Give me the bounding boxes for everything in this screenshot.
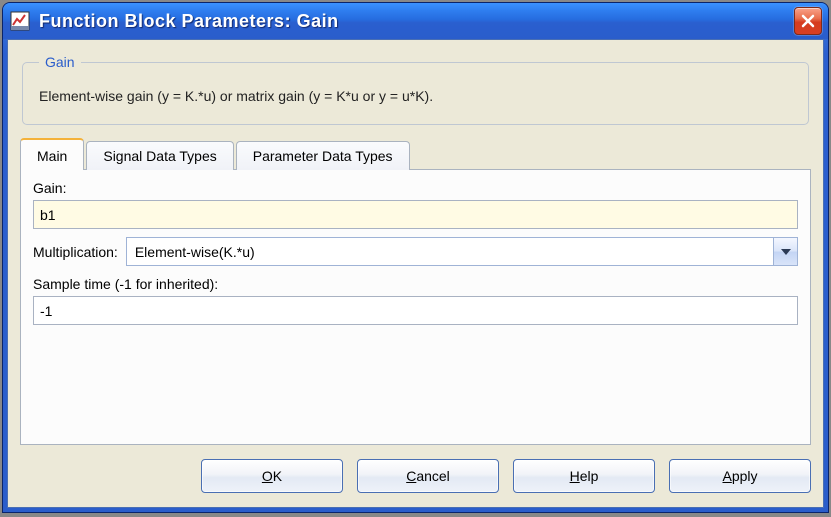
- select-dropdown-button[interactable]: [773, 238, 797, 265]
- app-icon: [9, 10, 31, 32]
- tab-panel-main: Gain: Multiplication: Element-wise(K.*u): [20, 169, 811, 445]
- tab-label: Signal Data Types: [103, 148, 216, 164]
- select-multiplication-value: Element-wise(K.*u): [127, 238, 773, 265]
- group-description: Element-wise gain (y = K.*u) or matrix g…: [39, 88, 792, 104]
- label-multiplication: Multiplication:: [33, 244, 118, 260]
- input-gain[interactable]: [33, 200, 798, 229]
- button-row: OK Cancel Help Apply: [20, 459, 811, 493]
- label-gain: Gain:: [33, 180, 798, 196]
- input-sample-time[interactable]: [33, 296, 798, 325]
- group-gain: Gain Element-wise gain (y = K.*u) or mat…: [22, 54, 809, 125]
- tab-parameter-data-types[interactable]: Parameter Data Types: [236, 141, 410, 170]
- tab-label: Parameter Data Types: [253, 148, 393, 164]
- mnemonic: O: [262, 468, 273, 484]
- tab-row: Main Signal Data Types Parameter Data Ty…: [20, 137, 811, 169]
- group-legend: Gain: [39, 54, 81, 70]
- tab-main[interactable]: Main: [20, 138, 84, 170]
- tab-label: Main: [37, 148, 67, 164]
- button-label-rest: elp: [580, 468, 599, 484]
- apply-button[interactable]: Apply: [669, 459, 811, 493]
- close-icon: [801, 14, 815, 28]
- button-label-rest: ancel: [416, 468, 449, 484]
- mnemonic: A: [722, 468, 731, 484]
- button-label-rest: K: [273, 468, 282, 484]
- titlebar[interactable]: Function Block Parameters: Gain: [3, 3, 828, 39]
- ok-button[interactable]: OK: [201, 459, 343, 493]
- close-button[interactable]: [794, 7, 822, 35]
- cancel-button[interactable]: Cancel: [357, 459, 499, 493]
- button-label-rest: pply: [732, 468, 758, 484]
- help-button[interactable]: Help: [513, 459, 655, 493]
- field-gain: Gain:: [33, 180, 798, 229]
- label-sample-time: Sample time (-1 for inherited):: [33, 276, 798, 292]
- field-sample-time: Sample time (-1 for inherited):: [33, 276, 798, 325]
- chevron-down-icon: [781, 249, 791, 255]
- mnemonic: H: [570, 468, 580, 484]
- field-multiplication: Multiplication: Element-wise(K.*u): [33, 237, 798, 266]
- tab-signal-data-types[interactable]: Signal Data Types: [86, 141, 233, 170]
- tabs-area: Main Signal Data Types Parameter Data Ty…: [20, 137, 811, 445]
- client-area: Gain Element-wise gain (y = K.*u) or mat…: [7, 39, 824, 508]
- window-title: Function Block Parameters: Gain: [39, 11, 794, 32]
- dialog-window: Function Block Parameters: Gain Gain Ele…: [2, 2, 829, 513]
- select-multiplication[interactable]: Element-wise(K.*u): [126, 237, 798, 266]
- mnemonic: C: [406, 468, 416, 484]
